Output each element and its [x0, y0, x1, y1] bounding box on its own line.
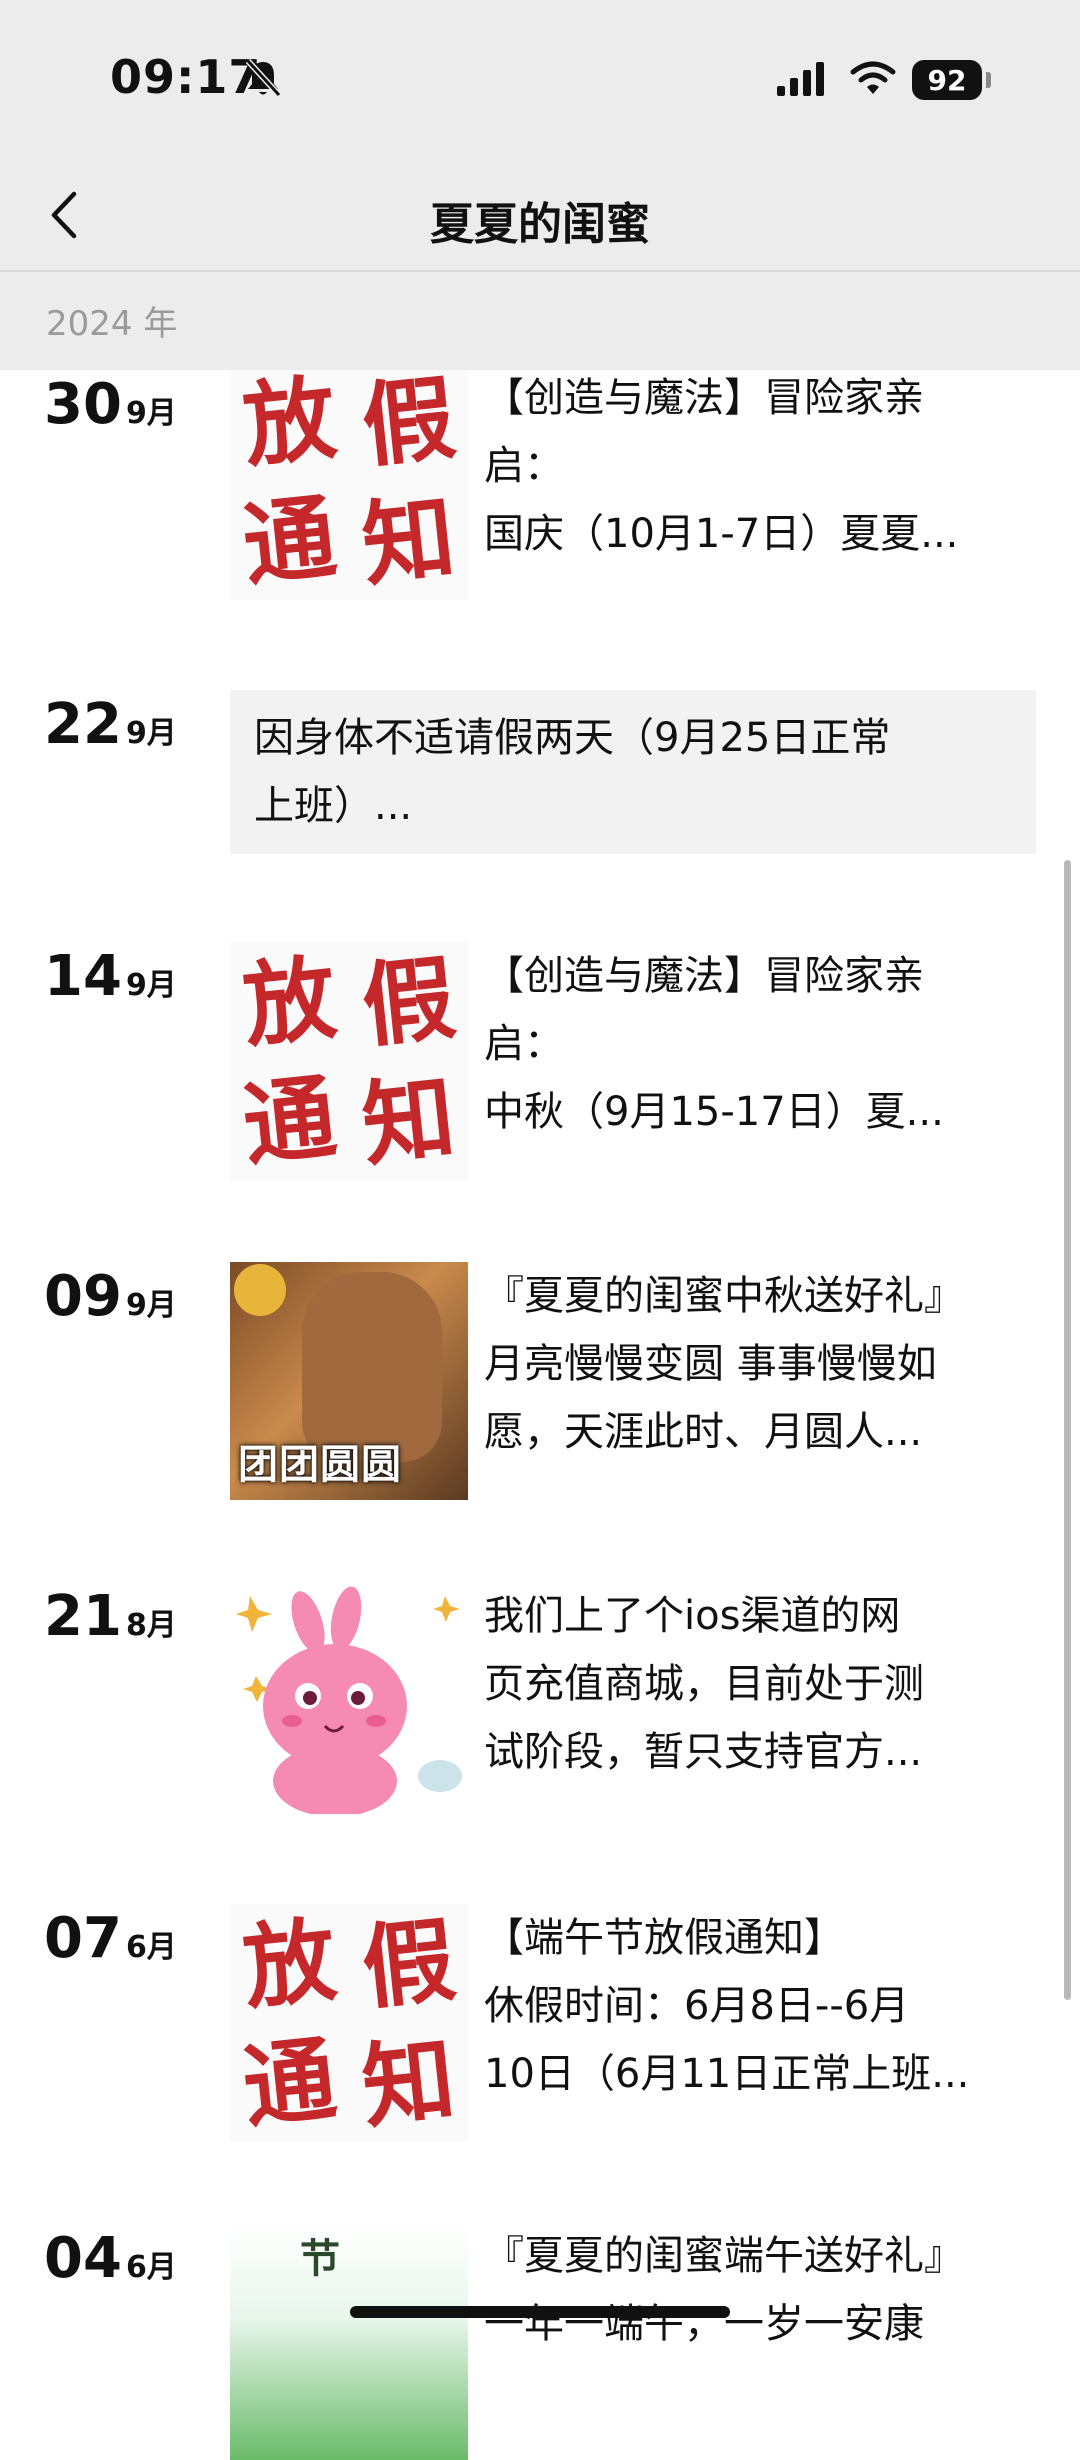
dragon-boat-thumbnail[interactable]: 节 — [230, 2222, 468, 2460]
post-text-line: 【创造与魔法】冒险家亲 — [484, 953, 924, 999]
post-month: 6月 — [125, 2250, 177, 2285]
post-day: 21 — [44, 1584, 122, 1649]
thumb-caption: 节 — [300, 2236, 340, 2282]
mid-autumn-thumbnail[interactable]: 团团圆圆 — [230, 1262, 468, 1500]
post-text-line: 休假时间：6月8日--6月 — [484, 1983, 910, 2029]
thumb-char: 通 — [238, 481, 341, 600]
post-date: 09 9月 — [44, 1264, 177, 1329]
thumb-char: 通 — [238, 1061, 341, 1180]
post-text-line: 月亮慢慢变圆 事事慢慢如 — [484, 1341, 937, 1387]
post-text-line: 愿，天涯此时、月圆人... — [484, 1409, 923, 1455]
post-text-line: 中秋（9月15-17日）夏... — [484, 1089, 944, 1135]
post-text: 『夏夏的闺蜜中秋送好礼』 月亮慢慢变圆 事事慢慢如 愿，天涯此时、月圆人... — [484, 1262, 1024, 1466]
home-indicator[interactable] — [350, 2306, 730, 2318]
post-text-line: 启： — [484, 1021, 564, 1067]
thumb-char: 知 — [357, 2023, 460, 2142]
post-date: 21 8月 — [44, 1584, 177, 1649]
post-month: 6月 — [125, 1930, 177, 1965]
post-text: 【端午节放假通知】 休假时间：6月8日--6月 10日（6月11日正常上班... — [484, 1904, 1024, 2108]
post-text-box[interactable]: 因身体不适请假两天（9月25日正常 上班）... — [230, 690, 1036, 854]
pink-rabbit-icon — [236, 1586, 462, 1814]
top-bar: 09:17 92 夏夏的闺蜜 2024 年 — [0, 0, 1080, 370]
post-day: 04 — [44, 2226, 122, 2291]
divider — [0, 270, 1080, 272]
post-date: 30 9月 — [44, 372, 177, 437]
thumb-caption: 团团圆圆 — [238, 1442, 402, 1488]
post-text: 【创造与魔法】冒险家亲 启： 中秋（9月15-17日）夏... — [484, 942, 1024, 1146]
wifi-icon — [850, 61, 896, 94]
thumb-char: 通 — [238, 2023, 341, 2142]
scrollbar[interactable] — [1064, 860, 1071, 2000]
post-month: 9月 — [125, 396, 177, 431]
thumb-char: 放 — [238, 362, 341, 481]
post-month: 8月 — [125, 1608, 177, 1643]
year-label: 2024 年 — [46, 304, 178, 344]
battery-level: 92 — [927, 63, 967, 97]
post-text: 『夏夏的闺蜜端午送好礼』 一年一端午，一岁一安康 — [484, 2222, 1024, 2358]
post-text-line: 上班）... — [254, 783, 413, 829]
post-text-line: 10日（6月11日正常上班... — [484, 2051, 970, 2097]
battery-indicator: 92 — [912, 60, 982, 100]
holiday-notice-thumbnail[interactable]: 放 假 通 知 — [230, 1904, 468, 2142]
post-date: 04 6月 — [44, 2226, 177, 2291]
battery-tip — [986, 72, 991, 88]
status-bar: 09:17 92 — [0, 0, 1080, 160]
page-title: 夏夏的闺蜜 — [430, 199, 650, 250]
holiday-notice-thumbnail[interactable]: 放 假 通 知 — [230, 942, 468, 1180]
post-month: 9月 — [125, 968, 177, 1003]
post-text-line: 『夏夏的闺蜜中秋送好礼』 — [484, 1273, 964, 1319]
post-text: 我们上了个ios渠道的网 页充值商城，目前处于测 试阶段，暂只支持官方... — [484, 1582, 1024, 1786]
post-text: 【创造与魔法】冒险家亲 启： 国庆（10月1-7日）夏夏... — [484, 364, 1024, 568]
cellular-signal-icon — [777, 62, 824, 96]
thumb-char: 假 — [357, 362, 460, 481]
post-day: 14 — [44, 944, 122, 1009]
thumb-char: 放 — [238, 942, 341, 1061]
post-text-line: 一年一端午，一岁一安康 — [484, 2301, 924, 2347]
holiday-notice-thumbnail[interactable]: 放 假 通 知 — [230, 362, 468, 600]
thumb-char: 知 — [357, 1061, 460, 1180]
post-month: 9月 — [125, 716, 177, 751]
thumb-char: 假 — [357, 942, 460, 1061]
post-text-line: 『夏夏的闺蜜端午送好礼』 — [484, 2233, 964, 2279]
navigation-bar: 夏夏的闺蜜 — [0, 160, 1080, 270]
post-text-line: 我们上了个ios渠道的网 — [484, 1593, 901, 1639]
post-day: 30 — [44, 372, 122, 437]
post-date: 22 9月 — [44, 692, 177, 757]
bell-muted-icon — [245, 58, 281, 98]
pink-rabbit-sticker-thumbnail[interactable] — [230, 1576, 468, 1814]
post-text-line: 国庆（10月1-7日）夏夏... — [484, 511, 959, 557]
post-month: 9月 — [125, 1288, 177, 1323]
post-day: 07 — [44, 1906, 122, 1971]
status-time: 09:17 — [110, 50, 262, 104]
post-text-line: 【端午节放假通知】 — [484, 1915, 844, 1961]
post-text-line: 因身体不适请假两天（9月25日正常 — [254, 715, 891, 761]
post-text-line: 页充值商城，目前处于测 — [484, 1661, 924, 1707]
post-day: 09 — [44, 1264, 122, 1329]
post-text-line: 启： — [484, 443, 564, 489]
thumb-char: 知 — [357, 481, 460, 600]
post-date: 07 6月 — [44, 1906, 177, 1971]
thumb-char: 放 — [238, 1904, 341, 2023]
post-day: 22 — [44, 692, 122, 757]
post-text-line: 【创造与魔法】冒险家亲 — [484, 375, 924, 421]
thumb-char: 假 — [357, 1904, 460, 2023]
post-text-line: 试阶段，暂只支持官方... — [484, 1729, 923, 1775]
moon-shape — [234, 1264, 286, 1316]
post-date: 14 9月 — [44, 944, 177, 1009]
